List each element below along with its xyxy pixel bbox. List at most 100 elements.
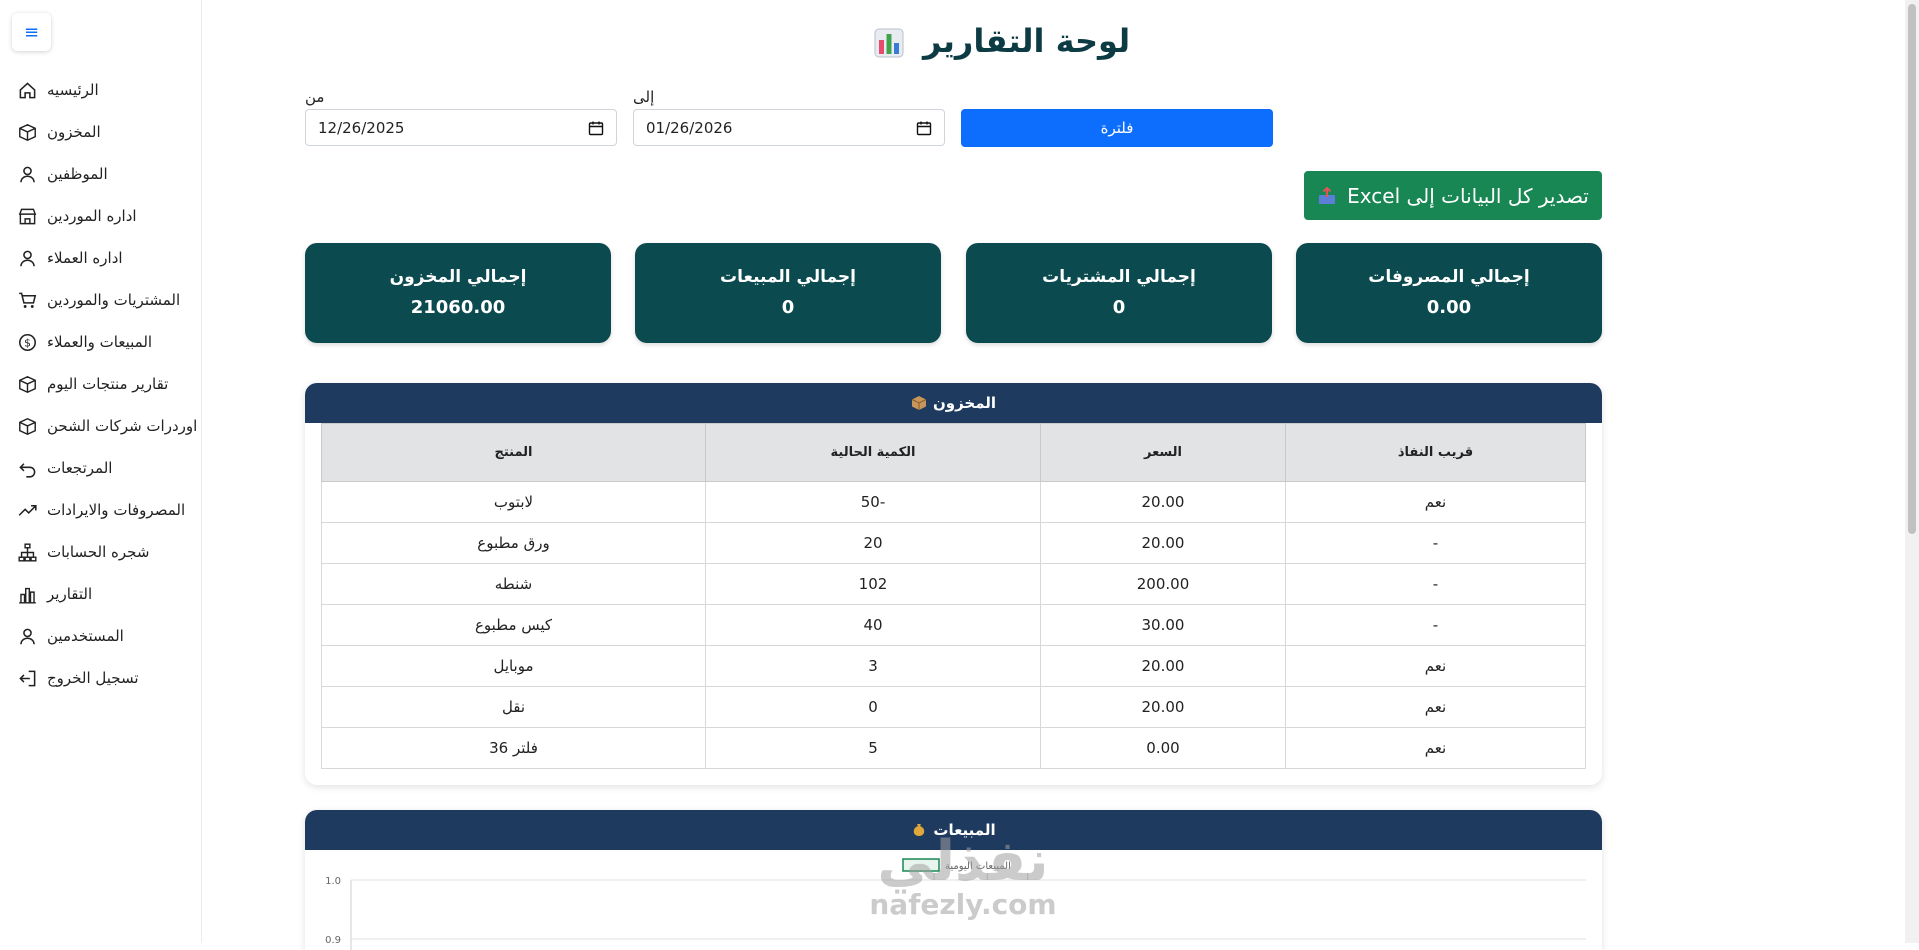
- card-value: 0: [1112, 297, 1126, 318]
- calendar-icon[interactable]: [916, 120, 932, 136]
- column-header: قريب النفاذ: [1285, 423, 1586, 482]
- table-cell: -: [1285, 563, 1586, 605]
- logout-icon: [19, 670, 36, 686]
- table-cell: 5: [705, 727, 1041, 769]
- inventory-panel: المخزون قريب النفاذ السعر الكمية الحالية…: [305, 383, 1602, 785]
- inventory-panel-title: المخزون: [932, 394, 997, 412]
- card-total-sales: إجمالي المبيعات 0: [635, 243, 941, 343]
- hierarchy-icon: [18, 542, 37, 562]
- sidebar-item-inventory[interactable]: المخزون: [18, 119, 101, 145]
- card-value: 0: [781, 297, 795, 318]
- sidebar-item-label: التقارير: [47, 585, 93, 603]
- watermark-logo: نفذلي nafezly.com: [853, 829, 1073, 922]
- export-excel-button[interactable]: تصدير كل البيانات إلى Excel: [1304, 171, 1602, 220]
- person-icon: [20, 166, 35, 182]
- table-cell: ورق مطبوع: [321, 522, 706, 564]
- cart-icon: [19, 292, 37, 308]
- page-title: لوحة التقارير: [842, 22, 1162, 60]
- table-cell: نعم: [1285, 481, 1586, 523]
- card-value: 21060.00: [410, 297, 506, 318]
- table-row: - 200.00 102 شنطه: [321, 563, 1586, 605]
- sidebar-item-employees[interactable]: الموظفين: [18, 161, 108, 187]
- table-cell: لابتوب: [321, 481, 706, 523]
- table-cell: موبايل: [321, 645, 706, 687]
- watermark-latin: nafezly.com: [869, 888, 1057, 921]
- table-cell: -50: [705, 481, 1041, 523]
- table-cell: 102: [705, 563, 1041, 605]
- scrollbar-thumb[interactable]: [1908, 4, 1916, 534]
- table-row: - 20.00 20 ورق مطبوع: [321, 522, 1586, 564]
- page-scrollbar[interactable]: [1905, 0, 1919, 943]
- sidebar-item-daily-products[interactable]: تقارير منتجات اليوم: [18, 371, 168, 397]
- y-tick-label: 0.9: [325, 935, 341, 946]
- card-value: 0.00: [1426, 297, 1472, 318]
- table-cell: 0: [705, 686, 1041, 728]
- from-date-input[interactable]: 12/26/2025: [305, 109, 617, 146]
- from-label: من: [305, 88, 325, 106]
- card-total-expenses: إجمالي المصروفات 0.00: [1296, 243, 1602, 343]
- return-arrow-icon: [19, 462, 36, 478]
- from-date-value: 12/26/2025: [318, 118, 405, 137]
- sidebar-item-customers[interactable]: اداره العملاء: [18, 245, 123, 271]
- sidebar-item-users[interactable]: المستخدمين: [18, 623, 124, 649]
- package-icon: [911, 396, 927, 410]
- table-row: - 30.00 40 كيس مطبوع: [321, 604, 1586, 646]
- person-icon: [20, 250, 35, 266]
- sidebar-item-reports[interactable]: التقارير: [18, 581, 92, 607]
- sidebar: ≡ الرئيسيه المخزون الموظفين اداره المورد…: [0, 0, 202, 943]
- sidebar-item-label: الرئيسيه: [47, 81, 99, 99]
- sidebar-item-label: اداره العملاء: [47, 249, 123, 267]
- table-cell: 3: [705, 645, 1041, 687]
- sidebar-item-returns[interactable]: المرتجعات: [18, 455, 112, 481]
- table-header-row: قريب النفاذ السعر الكمية الحالية المنتج: [321, 423, 1586, 482]
- table-cell: نقل: [321, 686, 706, 728]
- sidebar-item-purchases[interactable]: المشتريات والموردين: [18, 287, 180, 313]
- trend-up-icon: [18, 504, 37, 516]
- card-title: إجمالي المخزون: [389, 267, 527, 287]
- sidebar-item-label: شجره الحسابات: [47, 543, 150, 561]
- sidebar-item-label: تسجيل الخروج: [47, 669, 139, 687]
- sidebar-item-expenses[interactable]: المصروفات والايرادات: [18, 497, 185, 523]
- sidebar-item-label: المرتجعات: [47, 459, 113, 477]
- sidebar-item-home[interactable]: الرئيسيه: [18, 77, 99, 103]
- table-cell: فلتر 36: [321, 727, 706, 769]
- table-cell: نعم: [1285, 727, 1586, 769]
- sidebar-item-suppliers[interactable]: اداره الموردين: [18, 203, 137, 229]
- export-excel-label: تصدير كل البيانات إلى Excel: [1347, 183, 1589, 208]
- table-cell: شنطه: [321, 563, 706, 605]
- sidebar-item-label: المبيعات والعملاء: [47, 333, 153, 351]
- filter-button[interactable]: فلترة: [961, 109, 1273, 147]
- menu-icon: ≡: [23, 21, 40, 43]
- table-cell: 30.00: [1040, 604, 1286, 646]
- bar-chart-emoji-icon: [874, 28, 904, 58]
- main-content: لوحة التقارير من 12/26/2025 إلى 01/26/20…: [202, 0, 1905, 950]
- watermark-arabic: نفذلي: [877, 829, 1049, 894]
- sidebar-item-accounts-tree[interactable]: شجره الحسابات: [18, 539, 149, 565]
- calendar-icon[interactable]: [588, 120, 604, 136]
- sidebar-item-label: اوردرات شركات الشحن: [47, 417, 198, 435]
- sidebar-item-sales[interactable]: $ المبيعات والعملاء: [18, 329, 152, 355]
- table-row: نعم 20.00 0 نقل: [321, 686, 1586, 728]
- inventory-table: قريب النفاذ السعر الكمية الحالية المنتج …: [321, 423, 1586, 769]
- sidebar-item-label: اداره الموردين: [47, 207, 137, 225]
- table-cell: 20.00: [1040, 686, 1286, 728]
- table-cell: كيس مطبوع: [321, 604, 706, 646]
- inventory-panel-header: المخزون: [305, 383, 1602, 423]
- home-icon: [19, 81, 36, 98]
- table-row: نعم 0.00 5 فلتر 36: [321, 727, 1586, 769]
- sidebar-item-shipping-orders[interactable]: اوردرات شركات الشحن: [18, 413, 197, 439]
- to-date-value: 01/26/2026: [646, 118, 733, 137]
- menu-toggle-button[interactable]: ≡: [12, 13, 51, 51]
- sidebar-item-label: المشتريات والموردين: [47, 291, 181, 309]
- to-date-input[interactable]: 01/26/2026: [633, 109, 945, 146]
- sidebar-item-logout[interactable]: تسجيل الخروج: [18, 665, 139, 691]
- box-icon: [19, 417, 36, 435]
- table-cell: 20: [705, 522, 1041, 564]
- page-title-text: لوحة التقارير: [923, 22, 1131, 60]
- column-header: السعر: [1040, 423, 1286, 482]
- table-cell: 200.00: [1040, 563, 1286, 605]
- card-total-purchases: إجمالي المشتريات 0: [966, 243, 1272, 343]
- table-cell: -: [1285, 604, 1586, 646]
- card-total-inventory: إجمالي المخزون 21060.00: [305, 243, 611, 343]
- card-title: إجمالي المشتريات: [1042, 267, 1196, 287]
